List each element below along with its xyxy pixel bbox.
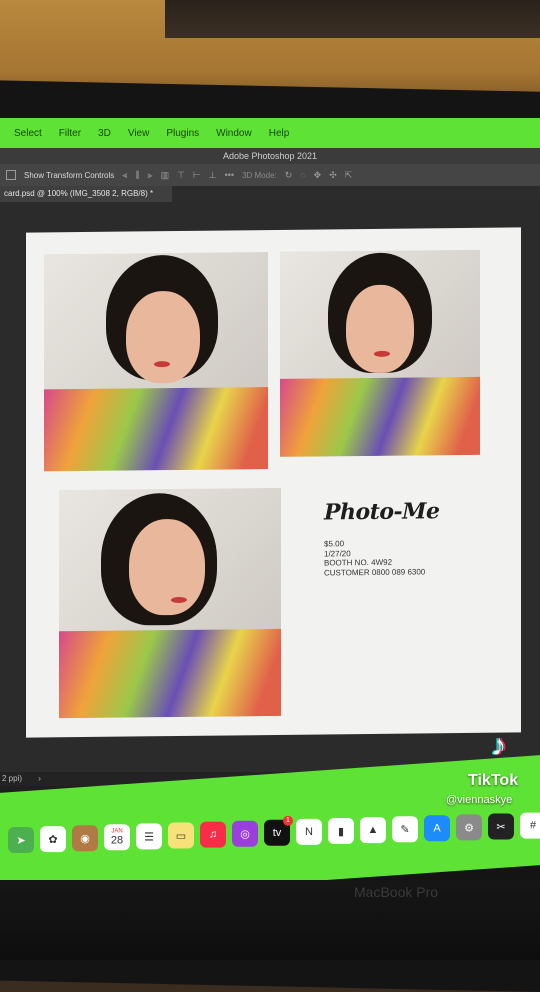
booth-details: $5.00 1/27/20 BOOTH NO. 4W92 CUSTOMER 08… [324,538,440,577]
reminders-icon[interactable]: ☰ [136,823,162,850]
system-preferences-icon[interactable]: ⚙ [456,814,482,841]
mode-label: 3D Mode: [242,170,277,180]
align-bottom-icon[interactable]: ⊥ [209,170,217,181]
slide-3d-icon[interactable]: ✣ [329,170,337,181]
maps-icon[interactable]: ➤ [8,827,34,853]
options-bar: Show Transform Controls ⫷ ⫼ ⫸ ▥ ⊤ ⊢ ⊥ ••… [0,164,540,186]
document-tabbar: card.psd @ 100% (IMG_3508 2, RGB/8) * [0,186,540,202]
brand-title: Photo-Me [324,498,440,526]
notification-badge: 1 [283,815,293,826]
transform-label: Show Transform Controls [24,170,115,180]
laptop-screen: Select Filter 3D View Plugins Window Hel… [0,118,540,833]
dock: ➤ ✿ ◉ JAN 28 ☰ ▭ ♫ ◎ tv 1 N ▮ ▲ ✎ A ⚙ ✂ # [8,812,540,860]
photo-face [346,284,414,374]
photo-bottom-left [59,487,281,719]
photos-icon[interactable]: ✿ [40,826,66,853]
app-store-icon[interactable]: A [424,815,450,842]
music-icon[interactable]: ♫ [200,821,226,848]
keynote-icon[interactable]: ▲ [360,817,386,844]
document-tab[interactable]: card.psd @ 100% (IMG_3508 2, RGB/8) * [0,186,172,202]
notes-icon[interactable]: ▭ [168,822,194,849]
photo-face [126,290,200,384]
status-arrow-icon[interactable]: › [38,774,41,783]
align-top-icon[interactable]: ⊤ [177,170,185,181]
align-middle-icon[interactable]: ⊢ [193,170,201,181]
laptop-chin [0,880,540,960]
artboard[interactable]: Photo-Me $5.00 1/27/20 BOOTH NO. 4W92 CU… [26,227,521,738]
contacts-icon[interactable]: ◉ [72,825,98,852]
transform-checkbox[interactable] [6,170,16,180]
background-window [165,0,540,38]
watermark-brand: TikTok [468,772,519,789]
photo-shirt [280,376,480,457]
menu-filter[interactable]: Filter [59,128,81,139]
roll-3d-icon[interactable]: ◌ [300,170,305,180]
numbers-icon[interactable]: ▮ [328,818,354,844]
customer-number-text: CUSTOMER 0800 089 6300 [324,566,426,577]
tiktok-logo-icon: ♪ [491,729,507,762]
align-left-icon[interactable]: ⫷ [122,170,127,181]
photo-face [129,518,205,616]
booth-info: Photo-Me $5.00 1/27/20 BOOTH NO. 4W92 CU… [324,498,440,577]
photo-shirt [44,386,268,472]
photo-shirt [59,629,281,719]
news-icon[interactable]: N [296,818,322,845]
pages-icon[interactable]: ✎ [392,816,418,843]
drag-3d-icon[interactable]: ✥ [314,170,322,181]
watermark-username: @viennaskye [446,794,513,806]
menu-select[interactable]: Select [14,128,42,139]
device-label: MacBook Pro [354,884,439,900]
final-cut-icon[interactable]: ✂ [488,813,514,840]
photo-top-left [44,252,268,472]
menu-plugins[interactable]: Plugins [166,128,199,139]
menu-window[interactable]: Window [216,128,252,139]
more-options-icon[interactable]: ••• [225,170,234,180]
photo-top-right [280,249,480,457]
menu-view[interactable]: View [128,128,150,139]
align-right-icon[interactable]: ⫸ [147,170,152,181]
slack-icon[interactable]: # [520,812,540,839]
calendar-day: 28 [110,834,124,847]
window-title: Adobe Photoshop 2021 [0,148,540,164]
menu-help[interactable]: Help [269,128,290,139]
mac-menubar: Select Filter 3D View Plugins Window Hel… [0,118,540,148]
canvas-area[interactable]: Photo-Me $5.00 1/27/20 BOOTH NO. 4W92 CU… [0,202,540,772]
distribute-icon[interactable]: ▥ [161,170,170,181]
rotate-3d-icon[interactable]: ↻ [285,170,293,181]
calendar-icon[interactable]: JAN 28 [104,824,130,851]
menu-3d[interactable]: 3D [98,128,111,139]
apple-tv-icon[interactable]: tv 1 [264,815,293,846]
align-center-icon[interactable]: ⫼ [135,170,139,181]
podcasts-icon[interactable]: ◎ [232,820,258,847]
status-resolution: 2 ppi) [2,774,23,783]
scale-3d-icon[interactable]: ⇱ [345,170,353,181]
